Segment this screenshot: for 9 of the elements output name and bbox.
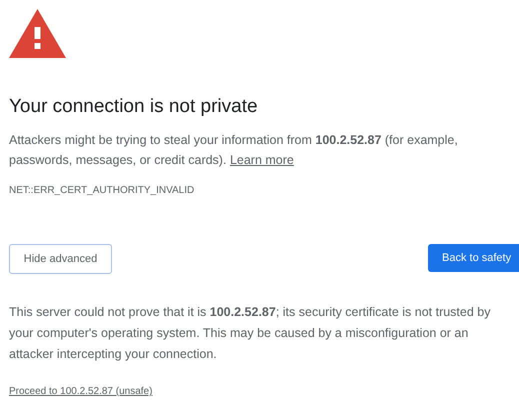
learn-more-link[interactable]: Learn more <box>230 153 294 167</box>
proceed-link[interactable]: Proceed to 100.2.52.87 (unsafe) <box>9 385 152 399</box>
hide-advanced-button[interactable]: Hide advanced <box>9 244 112 274</box>
warning-icon <box>9 9 66 58</box>
warning-paragraph: Attackers might be trying to steal your information from 100.2.52.87 (for example, passwords, messages, or credit cards). Learn more <box>9 132 459 169</box>
page-heading: Your connection is not private <box>9 95 259 119</box>
details-paragraph: This server could not prove that it is 100.2.52.87; its security certificate is not trusted by your computer's operating system. This may be caused by a misconfiguration or an attacker intercepting your connection. <box>9 304 492 363</box>
error-code: NET::ERR_CERT_AUTHORITY_INVALID <box>9 184 196 198</box>
back-to-safety-button[interactable]: Back to safety <box>428 244 519 272</box>
